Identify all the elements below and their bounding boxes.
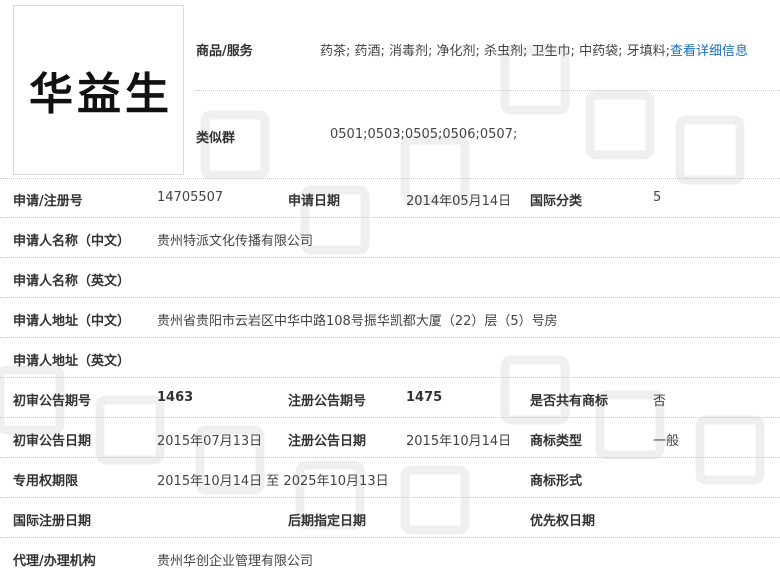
prelim-issue-label: 初审公告期号 [13, 394, 92, 409]
logo-char-2: 益 [77, 69, 121, 120]
applicant-cn-label: 申请人名称（中文） [13, 234, 131, 249]
divider [0, 257, 780, 258]
reg-date-value: 2015年10月14日 [406, 434, 512, 449]
intl-class-label: 国际分类 [530, 194, 583, 209]
address-cn-label: 申请人地址（中文） [13, 314, 131, 329]
divider [0, 178, 780, 179]
tm-type-value: 一般 [653, 434, 680, 449]
apply-date-label: 申请日期 [288, 194, 341, 209]
similar-group-label: 类似群 [196, 131, 236, 146]
divider [0, 537, 780, 538]
divider [0, 217, 780, 218]
prelim-date-label: 初审公告日期 [13, 434, 92, 449]
shared-value: 否 [653, 394, 667, 409]
exclusive-period-label: 专用权期限 [13, 474, 79, 489]
priority-date-label: 优先权日期 [530, 514, 596, 529]
agent-label: 代理/办理机构 [13, 554, 96, 569]
divider [0, 377, 780, 378]
applicant-en-label: 申请人名称（英文） [13, 274, 131, 289]
late-designation-label: 后期指定日期 [288, 514, 367, 529]
trademark-logo: 华益生 [13, 5, 184, 175]
reg-issue-value: 1475 [406, 390, 443, 405]
trademark-logo-text: 华益生 [29, 69, 169, 120]
goods-list: 药茶; 药酒; 消毒剂; 净化剂; 杀虫剂; 卫生巾; 中药袋; 牙填料; [320, 44, 670, 59]
prelim-date-value: 2015年07月13日 [157, 434, 263, 449]
goods-label: 商品/服务 [196, 44, 253, 59]
divider [0, 337, 780, 338]
divider [196, 90, 780, 91]
view-details-link[interactable]: 查看详细信息 [670, 44, 748, 59]
tm-type-label: 商标类型 [530, 434, 583, 449]
intl-reg-date-label: 国际注册日期 [13, 514, 92, 529]
divider [0, 297, 780, 298]
address-cn-value: 贵州省贵阳市云岩区中华中路108号振华凯都大厦（22）层（5）号房 [157, 314, 558, 329]
address-en-label: 申请人地址（英文） [13, 354, 131, 369]
logo-char-3: 生 [125, 69, 169, 120]
reg-no-label: 申请/注册号 [13, 194, 83, 209]
agent-value: 贵州华创企业管理有限公司 [157, 554, 314, 569]
divider [0, 417, 780, 418]
reg-no-value: 14705507 [157, 190, 224, 205]
divider [0, 457, 780, 458]
intl-class-value: 5 [653, 190, 662, 205]
svg-text:华益生: 华益生 [29, 69, 169, 120]
prelim-issue-value: 1463 [157, 390, 194, 405]
shared-label: 是否共有商标 [530, 394, 609, 409]
tm-form-label: 商标形式 [530, 474, 583, 489]
reg-date-label: 注册公告日期 [288, 434, 367, 449]
applicant-cn-value: 贵州特派文化传播有限公司 [157, 234, 314, 249]
exclusive-period-value: 2015年10月14日 至 2025年10月13日 [157, 474, 389, 489]
reg-issue-label: 注册公告期号 [288, 394, 367, 409]
divider [0, 497, 780, 498]
logo-char-1: 华 [29, 69, 73, 120]
goods-value: 药茶; 药酒; 消毒剂; 净化剂; 杀虫剂; 卫生巾; 中药袋; 牙填料;查看详… [320, 40, 748, 59]
apply-date-value: 2014年05月14日 [406, 194, 512, 209]
similar-group-value: 0501;0503;0505;0506;0507; [330, 127, 518, 142]
